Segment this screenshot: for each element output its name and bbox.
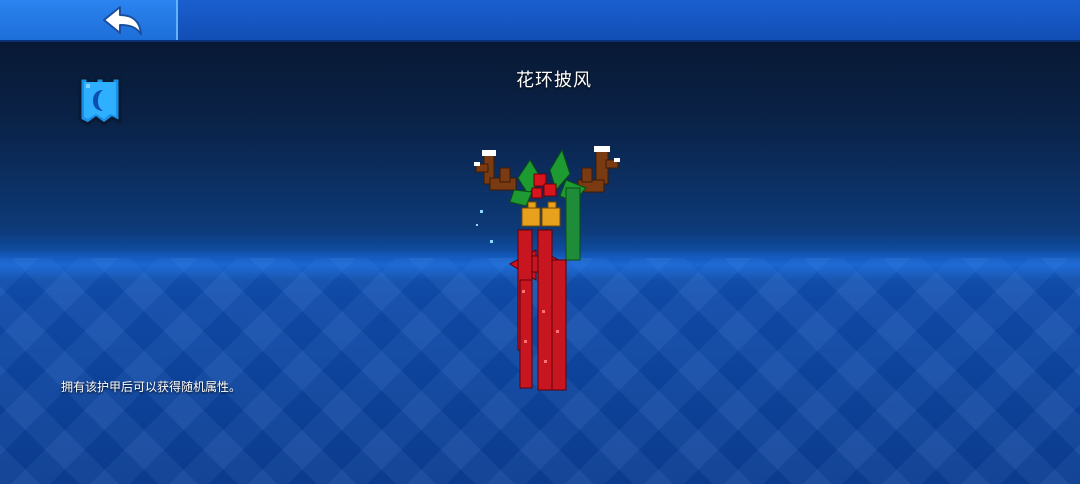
item-description: 拥有该护甲后可以获得随机属性。	[61, 380, 242, 394]
wreath-cape-model	[474, 146, 620, 391]
top-bar	[0, 0, 1080, 42]
back-arrow-icon	[103, 6, 142, 35]
item-title: 花环披风	[516, 70, 592, 91]
back-button[interactable]	[0, 0, 178, 40]
